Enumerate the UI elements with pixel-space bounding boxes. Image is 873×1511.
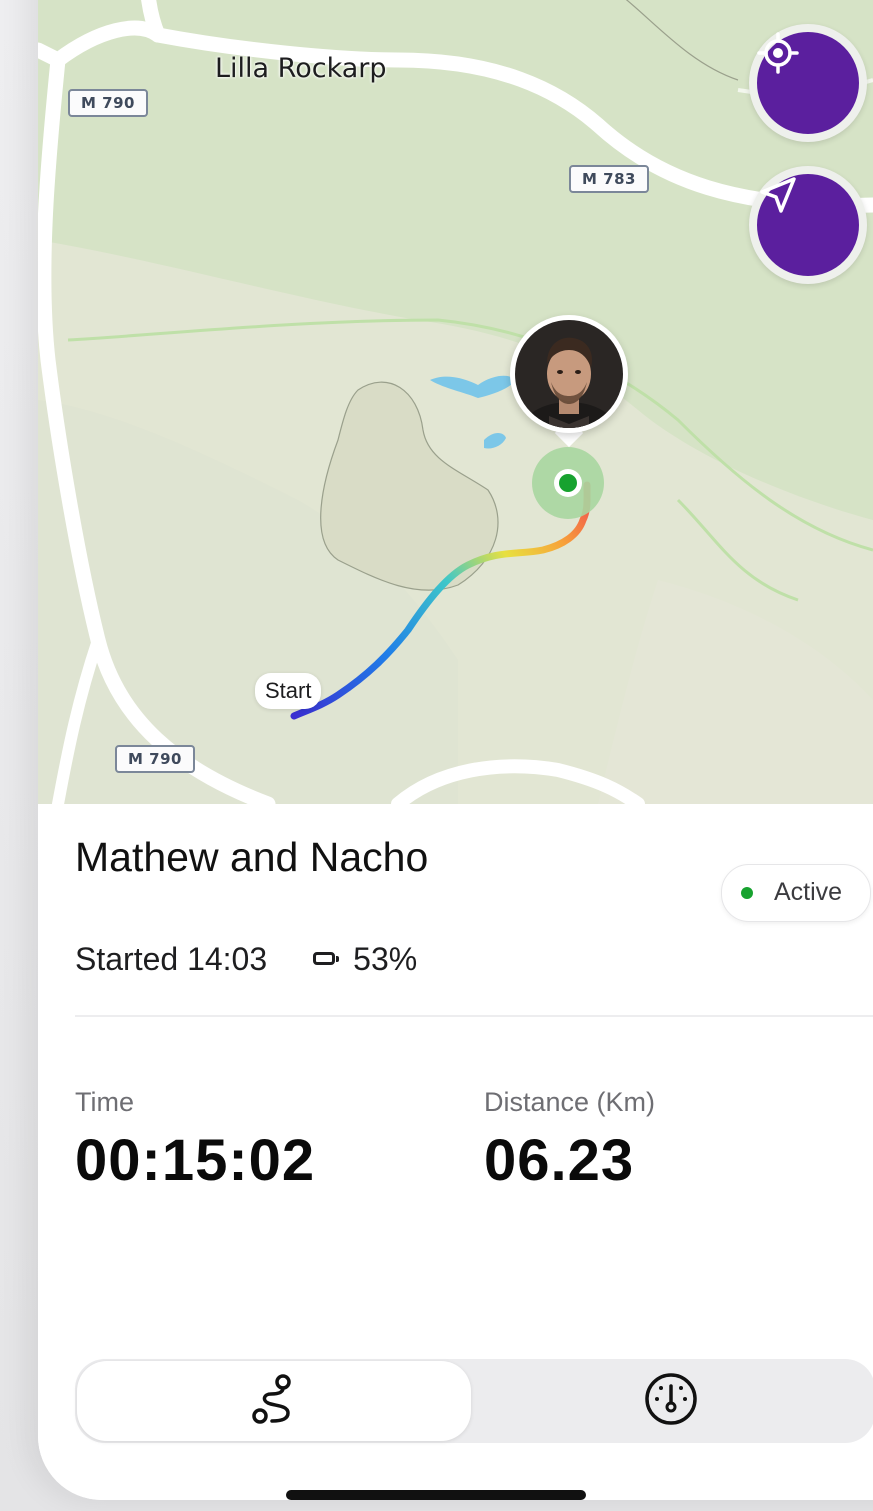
session-title: Mathew and Nacho: [75, 834, 429, 880]
home-indicator[interactable]: [286, 1490, 586, 1500]
phone-frame: Lilla Rockarp M 790 M 783 M 790 Start Ma…: [38, 0, 873, 1500]
screen: Lilla Rockarp M 790 M 783 M 790 Start Ma…: [0, 0, 873, 1511]
user-location-marker[interactable]: [510, 315, 628, 455]
recenter-button[interactable]: [749, 24, 867, 142]
road-shield-m790-south: M 790: [115, 745, 195, 773]
status-label: Active: [774, 878, 843, 906]
tab-route[interactable]: [77, 1361, 471, 1441]
speedometer-icon: [641, 1369, 701, 1434]
road-shield-m790: M 790: [68, 89, 148, 117]
distance-label: Distance (Km): [484, 1087, 656, 1117]
time-value: 00:15:02: [75, 1128, 316, 1193]
battery-icon: [313, 951, 340, 968]
time-label: Time: [75, 1087, 134, 1117]
tab-speed[interactable]: [471, 1359, 871, 1443]
map-view[interactable]: Lilla Rockarp M 790 M 783 M 790 Start: [38, 0, 873, 804]
status-badge: Active: [721, 864, 871, 922]
avatar: [515, 320, 623, 428]
place-label: Lilla Rockarp: [215, 53, 387, 84]
started-time: Started 14:03: [75, 941, 268, 977]
session-panel: Mathew and Nacho Active Started 14:03 53…: [38, 804, 873, 1500]
route-icon: [244, 1369, 304, 1434]
battery-level: 53%: [353, 941, 418, 977]
road-shield-m783: M 783: [569, 165, 649, 193]
map-canvas: [38, 0, 873, 804]
route-start-label: Start: [255, 673, 322, 709]
navigate-button[interactable]: [749, 166, 867, 284]
session-meta: Started 14:03 53%: [75, 941, 417, 978]
divider: [75, 1015, 873, 1017]
view-switcher: [75, 1359, 873, 1443]
distance-value: 06.23: [484, 1128, 635, 1193]
status-dot: [741, 887, 753, 899]
